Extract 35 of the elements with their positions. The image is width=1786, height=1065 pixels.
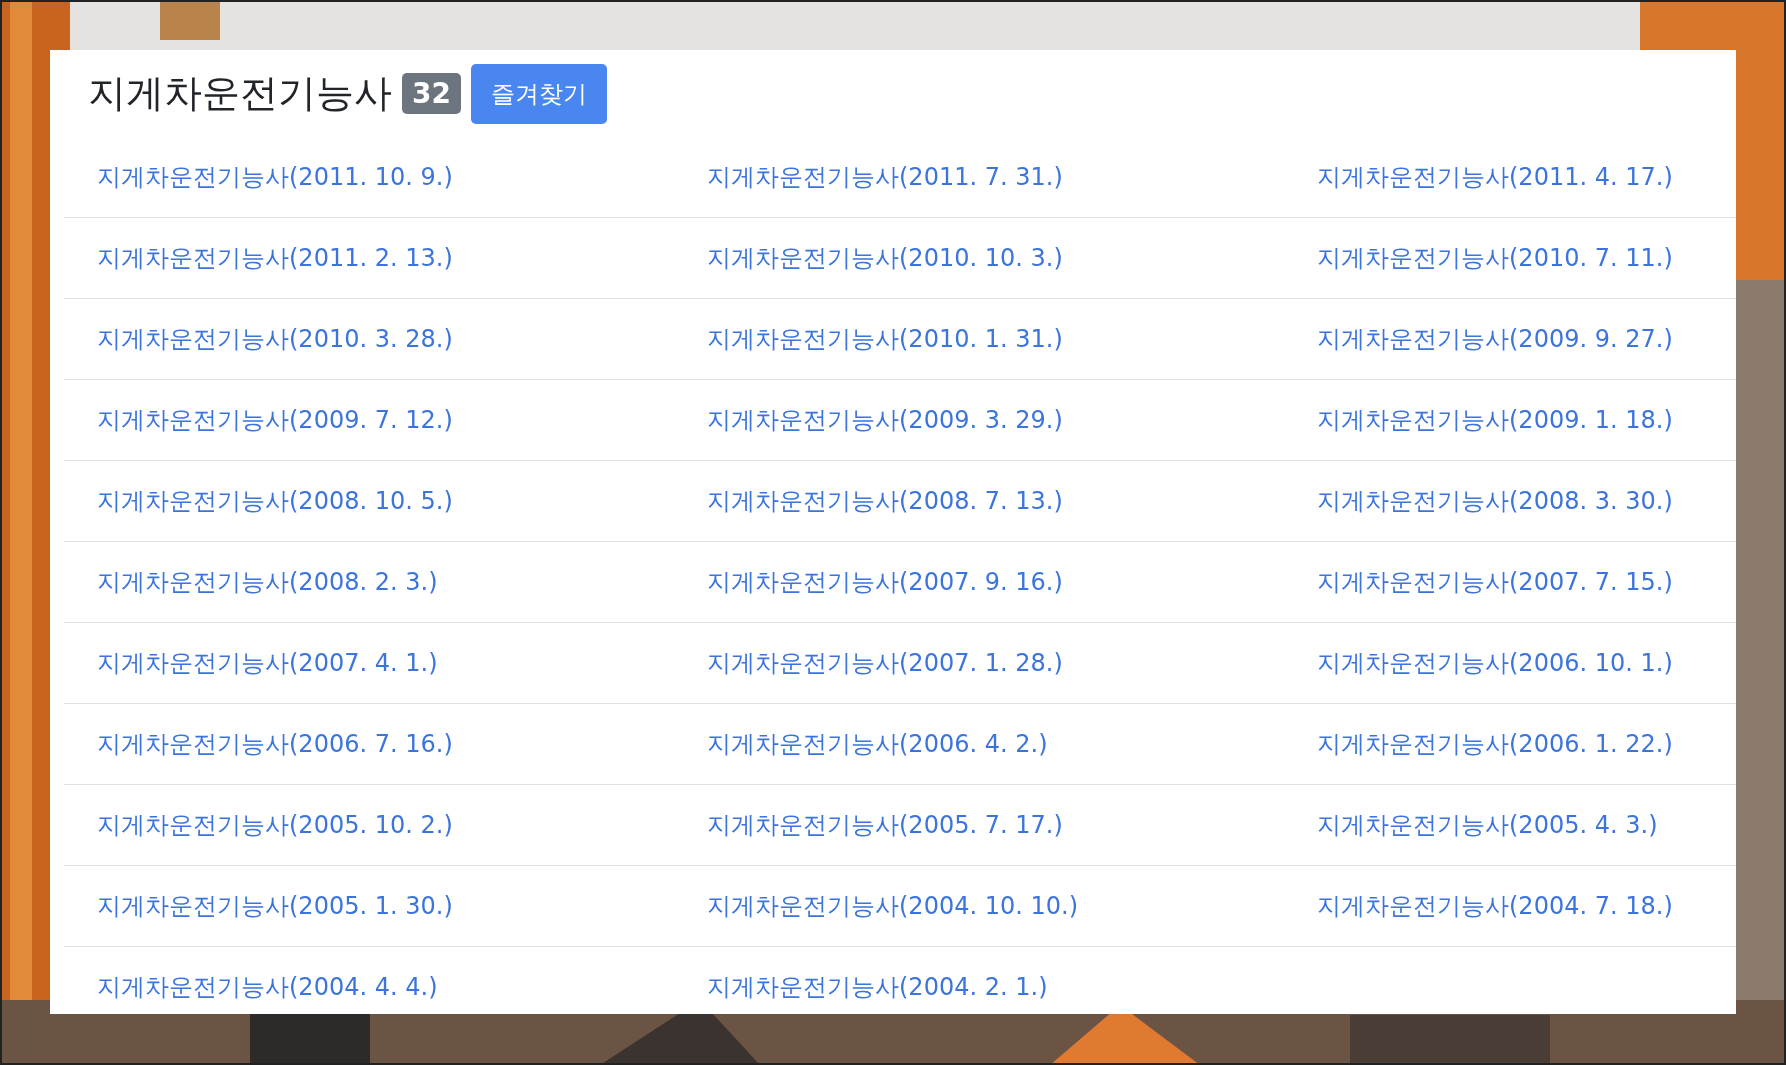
exam-link[interactable]: 지게차운전기능사(2009. 7. 12.) — [64, 404, 453, 436]
exam-link[interactable]: 지게차운전기능사(2004. 4. 4.) — [64, 971, 438, 1003]
exam-link[interactable]: 지게차운전기능사(2011. 2. 13.) — [64, 242, 453, 274]
exam-link[interactable]: 지게차운전기능사(2009. 1. 18.) — [1284, 404, 1673, 436]
exam-link[interactable]: 지게차운전기능사(2006. 4. 2.) — [674, 728, 1048, 760]
exam-link[interactable]: 지게차운전기능사(2005. 7. 17.) — [674, 809, 1063, 841]
page-title: 지게차운전기능사 — [88, 70, 392, 117]
exam-link[interactable]: 지게차운전기능사(2005. 1. 30.) — [64, 890, 453, 922]
exam-link[interactable]: 지게차운전기능사(2009. 3. 29.) — [674, 404, 1063, 436]
exam-link[interactable]: 지게차운전기능사(2006. 7. 16.) — [64, 728, 453, 760]
exam-link[interactable]: 지게차운전기능사(2006. 10. 1.) — [1284, 647, 1673, 679]
exam-link[interactable]: 지게차운전기능사(2006. 1. 22.) — [1284, 728, 1673, 760]
exam-link[interactable]: 지게차운전기능사(2008. 3. 30.) — [1284, 485, 1673, 517]
exam-link[interactable]: 지게차운전기능사(2005. 4. 3.) — [1284, 809, 1658, 841]
exam-link[interactable]: 지게차운전기능사(2009. 9. 27.) — [1284, 323, 1673, 355]
favorite-button[interactable]: 즐겨찾기 — [470, 63, 607, 124]
exam-link[interactable]: 지게차운전기능사(2004. 7. 18.) — [1284, 890, 1673, 922]
exam-link[interactable]: 지게차운전기능사(2011. 7. 31.) — [674, 161, 1063, 193]
exam-link[interactable]: 지게차운전기능사(2011. 10. 9.) — [64, 161, 453, 193]
count-badge: 32 — [402, 73, 461, 114]
exam-link[interactable]: 지게차운전기능사(2008. 7. 13.) — [674, 485, 1063, 517]
exam-link[interactable]: 지게차운전기능사(2008. 2. 3.) — [64, 566, 438, 598]
exam-link[interactable]: 지게차운전기능사(2010. 10. 3.) — [674, 242, 1063, 274]
exam-link[interactable]: 지게차운전기능사(2010. 3. 28.) — [64, 323, 453, 355]
exam-link[interactable]: 지게차운전기능사(2011. 4. 17.) — [1284, 161, 1673, 193]
exam-link[interactable]: 지게차운전기능사(2008. 10. 5.) — [64, 485, 453, 517]
exam-link[interactable]: 지게차운전기능사(2005. 10. 2.) — [64, 809, 453, 841]
exam-link[interactable]: 지게차운전기능사(2007. 9. 16.) — [674, 566, 1063, 598]
exam-link[interactable]: 지게차운전기능사(2010. 1. 31.) — [674, 323, 1063, 355]
exam-link[interactable]: 지게차운전기능사(2004. 2. 1.) — [674, 971, 1048, 1003]
exam-link[interactable]: 지게차운전기능사(2004. 10. 10.) — [674, 890, 1079, 922]
exam-link[interactable]: 지게차운전기능사(2007. 7. 15.) — [1284, 566, 1673, 598]
exam-link[interactable]: 지게차운전기능사(2007. 1. 28.) — [674, 647, 1063, 679]
exam-link[interactable]: 지게차운전기능사(2010. 7. 11.) — [1284, 242, 1673, 274]
exam-link[interactable]: 지게차운전기능사(2007. 4. 1.) — [64, 647, 438, 679]
